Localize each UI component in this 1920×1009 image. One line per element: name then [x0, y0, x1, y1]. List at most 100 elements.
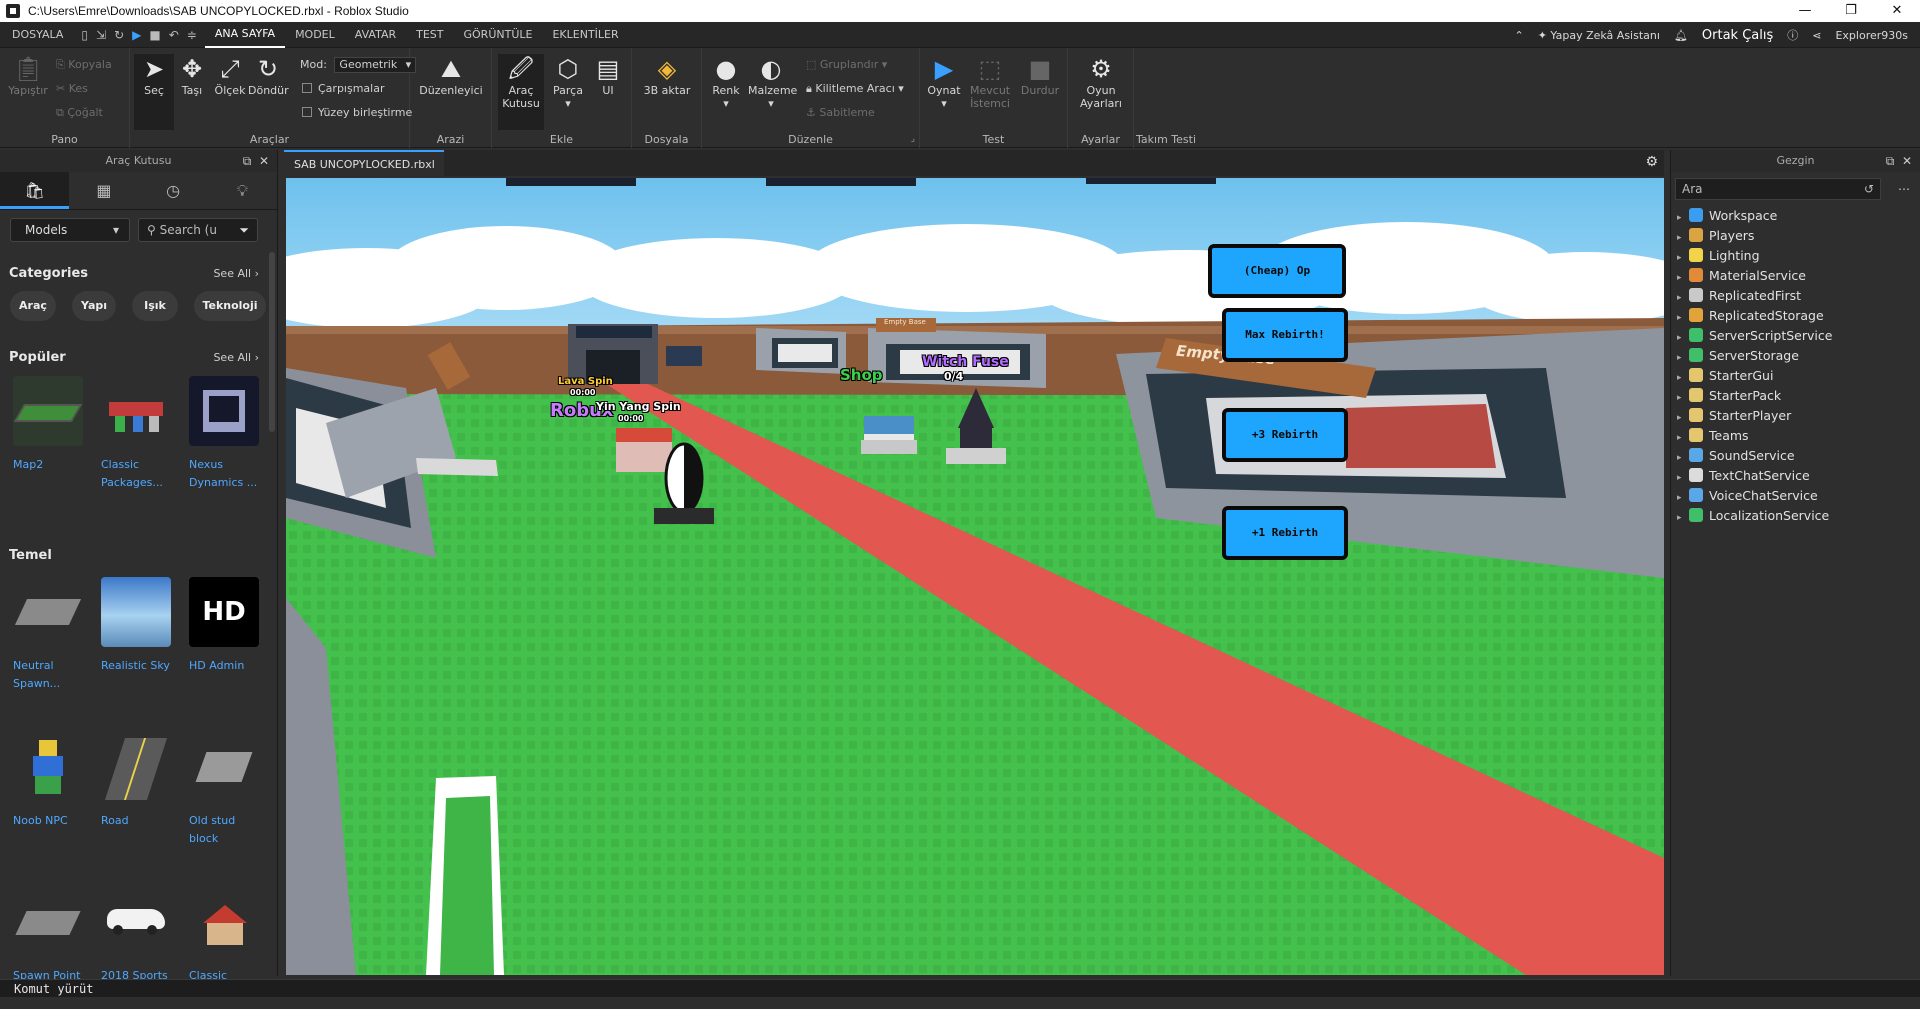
- expand-arrow-icon[interactable]: ▸: [1677, 348, 1689, 368]
- help-icon[interactable]: ⓘ: [1787, 27, 1798, 43]
- quick-play-icon[interactable]: ▶: [132, 28, 141, 42]
- redo-icon[interactable]: ↻: [114, 28, 124, 42]
- open-file-icon[interactable]: ⇲: [96, 28, 106, 42]
- asset-tile[interactable]: Classic: [189, 887, 261, 985]
- asset-tile[interactable]: Road: [101, 732, 173, 830]
- paste-button[interactable]: 📋︎ Yapıştır: [8, 54, 48, 97]
- anchor-button[interactable]: ⚓︎ Sabitleme: [806, 104, 875, 122]
- expand-arrow-icon[interactable]: ▸: [1677, 408, 1689, 428]
- close-icon[interactable]: ✕: [259, 154, 269, 168]
- part-button[interactable]: ⬡ Parça ▾: [548, 54, 588, 110]
- explorer-filter-input[interactable]: Ara ↺ ⋯: [1675, 178, 1910, 200]
- asset-tile[interactable]: Map2: [13, 376, 85, 474]
- terrain-editor-button[interactable]: ⛰ Düzenleyici: [416, 54, 486, 97]
- expand-arrow-icon[interactable]: ▸: [1677, 328, 1689, 348]
- expand-arrow-icon[interactable]: ▸: [1677, 388, 1689, 408]
- category-chip-building[interactable]: Yapı: [72, 291, 116, 321]
- explorer-item[interactable]: ▸ ReplicatedStorage: [1677, 306, 1824, 326]
- tab-test[interactable]: TEST: [406, 22, 453, 48]
- collisions-checkbox[interactable]: [302, 83, 312, 93]
- explorer-item[interactable]: ▸ ServerStorage: [1677, 346, 1799, 366]
- asset-type-dropdown[interactable]: Models: [10, 218, 130, 242]
- tab-marketplace[interactable]: 🛍︎: [0, 172, 70, 209]
- popular-see-all[interactable]: See All ›: [213, 351, 259, 364]
- expand-arrow-icon[interactable]: ▸: [1677, 428, 1689, 448]
- expand-arrow-icon[interactable]: ▸: [1677, 208, 1689, 228]
- 3d-viewport[interactable]: Shop Witch Fuse 0/4 Lava Spin 00:00 Robu…: [286, 178, 1664, 975]
- customize-icon[interactable]: ≑: [187, 28, 197, 42]
- plus-3-rebirth-button[interactable]: +3 Rebirth: [1222, 408, 1348, 462]
- tab-model[interactable]: MODEL: [285, 22, 345, 48]
- group-expand-icon[interactable]: ⌟: [911, 134, 915, 144]
- expand-arrow-icon[interactable]: ▸: [1677, 368, 1689, 388]
- cut-button[interactable]: ✂ Kes: [56, 80, 88, 98]
- notifications-icon[interactable]: 🔔︎: [1674, 29, 1688, 42]
- asset-tile[interactable]: Realistic Sky: [101, 577, 173, 675]
- undock-icon[interactable]: ⧉: [243, 154, 252, 168]
- explorer-item[interactable]: ▸ LocalizationService: [1677, 506, 1829, 526]
- command-bar[interactable]: Komut yürüt: [0, 979, 1920, 997]
- close-window-button[interactable]: ✕: [1874, 0, 1920, 22]
- expand-arrow-icon[interactable]: ▸: [1677, 488, 1689, 508]
- share-icon[interactable]: ⋖: [1812, 29, 1821, 42]
- tab-plugins[interactable]: EKLENTİLER: [542, 22, 628, 48]
- tab-inventory[interactable]: ▦: [69, 172, 138, 209]
- game-settings-button[interactable]: ⚙ Oyun Ayarları: [1078, 54, 1124, 110]
- more-options-icon[interactable]: ⋯: [1898, 179, 1910, 199]
- expand-arrow-icon[interactable]: ▸: [1677, 248, 1689, 268]
- collisions-toggle[interactable]: Çarpışmalar: [302, 80, 385, 98]
- stop-button[interactable]: ■ Durdur: [1020, 54, 1060, 97]
- rotate-tool-button[interactable]: ↻ Döndür: [248, 54, 289, 97]
- explorer-item[interactable]: ▸ ReplicatedFirst: [1677, 286, 1801, 306]
- expand-arrow-icon[interactable]: ▸: [1677, 288, 1689, 308]
- explorer-item[interactable]: ▸ ServerScriptService: [1677, 326, 1832, 346]
- explorer-item[interactable]: ▸ MaterialService: [1677, 266, 1806, 286]
- current-client-button[interactable]: ⬚ Mevcut İstemci: [970, 54, 1010, 110]
- expand-arrow-icon[interactable]: ▸: [1677, 468, 1689, 488]
- tab-document[interactable]: SAB UNCOPYLOCKED.rbxl ✕: [284, 150, 444, 197]
- history-icon[interactable]: ↺: [1864, 179, 1874, 199]
- explorer-item[interactable]: ▸ StarterPlayer: [1677, 406, 1791, 426]
- explorer-item[interactable]: ▸ TextChatService: [1677, 466, 1810, 486]
- viewport-settings-icon[interactable]: ⚙: [1645, 154, 1658, 170]
- expand-arrow-icon[interactable]: ▸: [1677, 268, 1689, 288]
- ai-assistant-button[interactable]: ✦ Yapay Zekâ Asistanı: [1538, 29, 1660, 42]
- ui-button[interactable]: ▤ UI: [588, 54, 628, 97]
- group-button[interactable]: ⬚ Gruplandır ▾: [806, 56, 887, 74]
- cheap-op-brainrot-button[interactable]: (Cheap) Op Brainrot!: [1208, 244, 1346, 323]
- material-button[interactable]: ◐ Malzeme ▾: [748, 54, 797, 110]
- tab-recent[interactable]: ◷: [139, 172, 208, 209]
- user-account-button[interactable]: Explorer930s: [1835, 29, 1908, 42]
- toolbox-scrollbar[interactable]: [269, 252, 275, 432]
- asset-tile[interactable]: Old stud block: [189, 732, 261, 848]
- category-chip-technology[interactable]: Teknoloji: [194, 291, 266, 321]
- asset-tile[interactable]: Noob NPC: [13, 732, 85, 830]
- scale-tool-button[interactable]: ⤢ Ölçek: [210, 54, 250, 97]
- expand-arrow-icon[interactable]: ▸: [1677, 508, 1689, 528]
- explorer-item[interactable]: ▸ StarterGui: [1677, 366, 1773, 386]
- explorer-item[interactable]: ▸ Lighting: [1677, 246, 1760, 266]
- tab-creations[interactable]: 💡︎: [208, 172, 277, 209]
- play-button[interactable]: ▶ Oynat ▾: [924, 54, 964, 110]
- import-3d-button[interactable]: ◈ 3B aktar: [642, 54, 692, 97]
- lock-tool-button[interactable]: 🔒︎ Kilitleme Aracı ▾: [806, 80, 904, 98]
- toolbox-search-input[interactable]: ⚲ Search (u ⏷: [138, 218, 258, 242]
- tab-home[interactable]: ANA SAYFA: [204, 22, 286, 48]
- category-chip-light[interactable]: Işık: [132, 291, 178, 321]
- copy-button[interactable]: ⎘ Kopyala: [56, 56, 112, 74]
- max-rebirth-button[interactable]: Max Rebirth!: [1222, 308, 1348, 362]
- expand-arrow-icon[interactable]: ▸: [1677, 448, 1689, 468]
- explorer-item[interactable]: ▸ SoundService: [1677, 446, 1795, 466]
- categories-see-all[interactable]: See All ›: [213, 267, 259, 280]
- explorer-item[interactable]: ▸ StarterPack: [1677, 386, 1781, 406]
- category-chip-vehicle[interactable]: Araç: [10, 291, 56, 321]
- minimize-button[interactable]: —: [1782, 0, 1828, 22]
- duplicate-button[interactable]: ⧉ Çoğalt: [56, 104, 103, 122]
- asset-tile[interactable]: Spawn Point: [13, 887, 85, 985]
- surface-join-toggle[interactable]: Yüzey birleştirme: [302, 104, 412, 122]
- undo-icon[interactable]: ↶: [169, 28, 179, 42]
- collaborate-button[interactable]: Ortak Çalış: [1702, 28, 1773, 43]
- menu-file[interactable]: DOSYALA: [2, 22, 73, 48]
- tab-view[interactable]: GÖRÜNTÜLE: [454, 22, 543, 48]
- explorer-item[interactable]: ▸ Workspace: [1677, 206, 1777, 226]
